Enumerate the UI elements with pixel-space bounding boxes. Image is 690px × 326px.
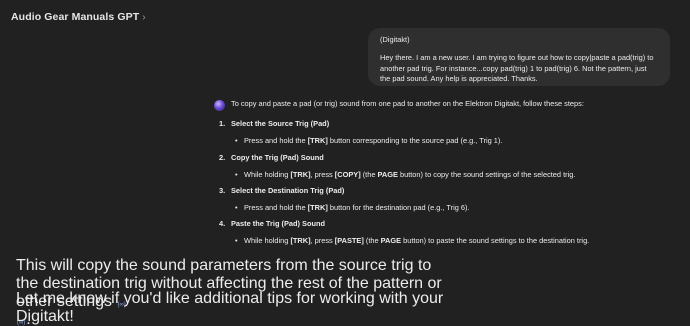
step-number: 2.	[219, 153, 226, 162]
step-title: 1. Select the Source Trig (Pad)	[219, 119, 329, 129]
step-title-text: Copy the Trig (Pad) Sound	[231, 153, 324, 162]
user-message-bubble: (Digitakt) Hey there. I am a new user. I…	[368, 28, 670, 86]
key-label: [TRK]	[290, 236, 311, 245]
bullet-text: button) to paste the sound settings to t…	[401, 236, 590, 245]
bullet-text: Press and hold the	[244, 203, 308, 212]
step-number: 3.	[219, 186, 226, 195]
assistant-closing: Let me know if you'd like additional tip…	[16, 290, 444, 325]
bullet-text: (the	[363, 236, 381, 245]
step-title-text: Select the Destination Trig (Pad)	[231, 186, 345, 195]
user-message-body: Hey there. I am a new user. I am trying …	[380, 53, 654, 84]
key-label: PAGE	[377, 170, 398, 179]
step-bullet: • While holding [TRK], press [PASTE] (the…	[235, 236, 590, 245]
key-label: [TRK]	[307, 203, 328, 212]
step-title: 2. Copy the Trig (Pad) Sound	[219, 153, 324, 163]
assistant-avatar-icon	[214, 100, 225, 111]
step-title-text: Select the Source Trig (Pad)	[231, 119, 330, 128]
bullet-text: Press and hold the	[244, 136, 308, 145]
key-label: [COPY]	[334, 170, 361, 179]
step-title-text: Paste the Trig (Pad) Sound	[231, 219, 326, 228]
key-label: [PASTE]	[334, 236, 364, 245]
bullet-text: (the	[360, 170, 378, 179]
bullet-text: button corresponding to the source pad (…	[327, 136, 503, 145]
bullet-text: While holding	[244, 170, 291, 179]
bullet-text: , press	[310, 236, 335, 245]
step-number: 4.	[219, 219, 226, 228]
bullet-text: While holding	[244, 236, 291, 245]
bullet-text: button) to copy the sound settings of th…	[397, 170, 576, 179]
step-bullet: • Press and hold the [TRK] button corresp…	[235, 136, 503, 145]
key-label: [TRK]	[307, 136, 328, 145]
step-title: 3. Select the Destination Trig (Pad)	[219, 186, 344, 196]
bullet-text: , press	[310, 170, 335, 179]
bullet-text: button for the destination pad (e.g., Tr…	[327, 203, 470, 212]
step-number: 1.	[219, 119, 226, 128]
step-bullet: • While holding [TRK], press [COPY] (the …	[235, 170, 576, 179]
chevron-right-icon[interactable]: ›	[142, 12, 145, 23]
step-bullet: • Press and hold the [TRK] button for the…	[235, 203, 470, 212]
user-message-line: (Digitakt)	[380, 35, 410, 44]
key-label: [TRK]	[290, 170, 311, 179]
key-label: PAGE	[380, 236, 402, 245]
gpt-title[interactable]: Audio Gear Manuals GPT	[11, 11, 139, 23]
step-title: 4. Paste the Trig (Pad) Sound	[219, 219, 325, 229]
assistant-intro: To copy and paste a pad (or trig) sound …	[231, 99, 584, 108]
